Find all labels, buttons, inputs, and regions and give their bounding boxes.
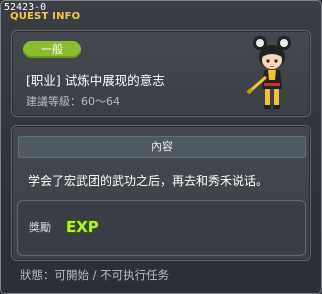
quest-summary-panel: 一般 [职业] 试炼中展现的意志 建議等級：60～64: [11, 30, 311, 117]
quest-info-window: 52423-0 QUEST INFO 一般 [职业] 试炼中展现的意志 建議等級…: [0, 0, 322, 294]
recommended-level: 建議等級：60～64: [26, 95, 120, 108]
quest-status: 狀態：可開始 / 不可执行任务: [20, 268, 170, 282]
quest-name: [职业] 试炼中展现的意志: [26, 73, 165, 88]
window-title: QUEST INFO: [10, 11, 81, 22]
svg-text:EXP: EXP: [66, 218, 99, 236]
npc-portrait-image: [246, 36, 291, 109]
title-bar[interactable]: 52423-0 QUEST INFO: [1, 1, 321, 23]
quest-description: 学会了宏武团的武功之后，再去和秀禾说话。: [28, 174, 269, 188]
reward-label: 獎勵: [29, 221, 51, 234]
content-header: 內容: [18, 136, 306, 158]
quest-category-badge: 一般: [23, 41, 81, 58]
exp-reward-icon[interactable]: EXP: [64, 216, 102, 236]
quest-content-panel: 內容 学会了宏武团的武功之后，再去和秀禾说话。 獎勵 EXP: [11, 125, 311, 261]
reward-box: 獎勵 EXP: [17, 200, 306, 256]
